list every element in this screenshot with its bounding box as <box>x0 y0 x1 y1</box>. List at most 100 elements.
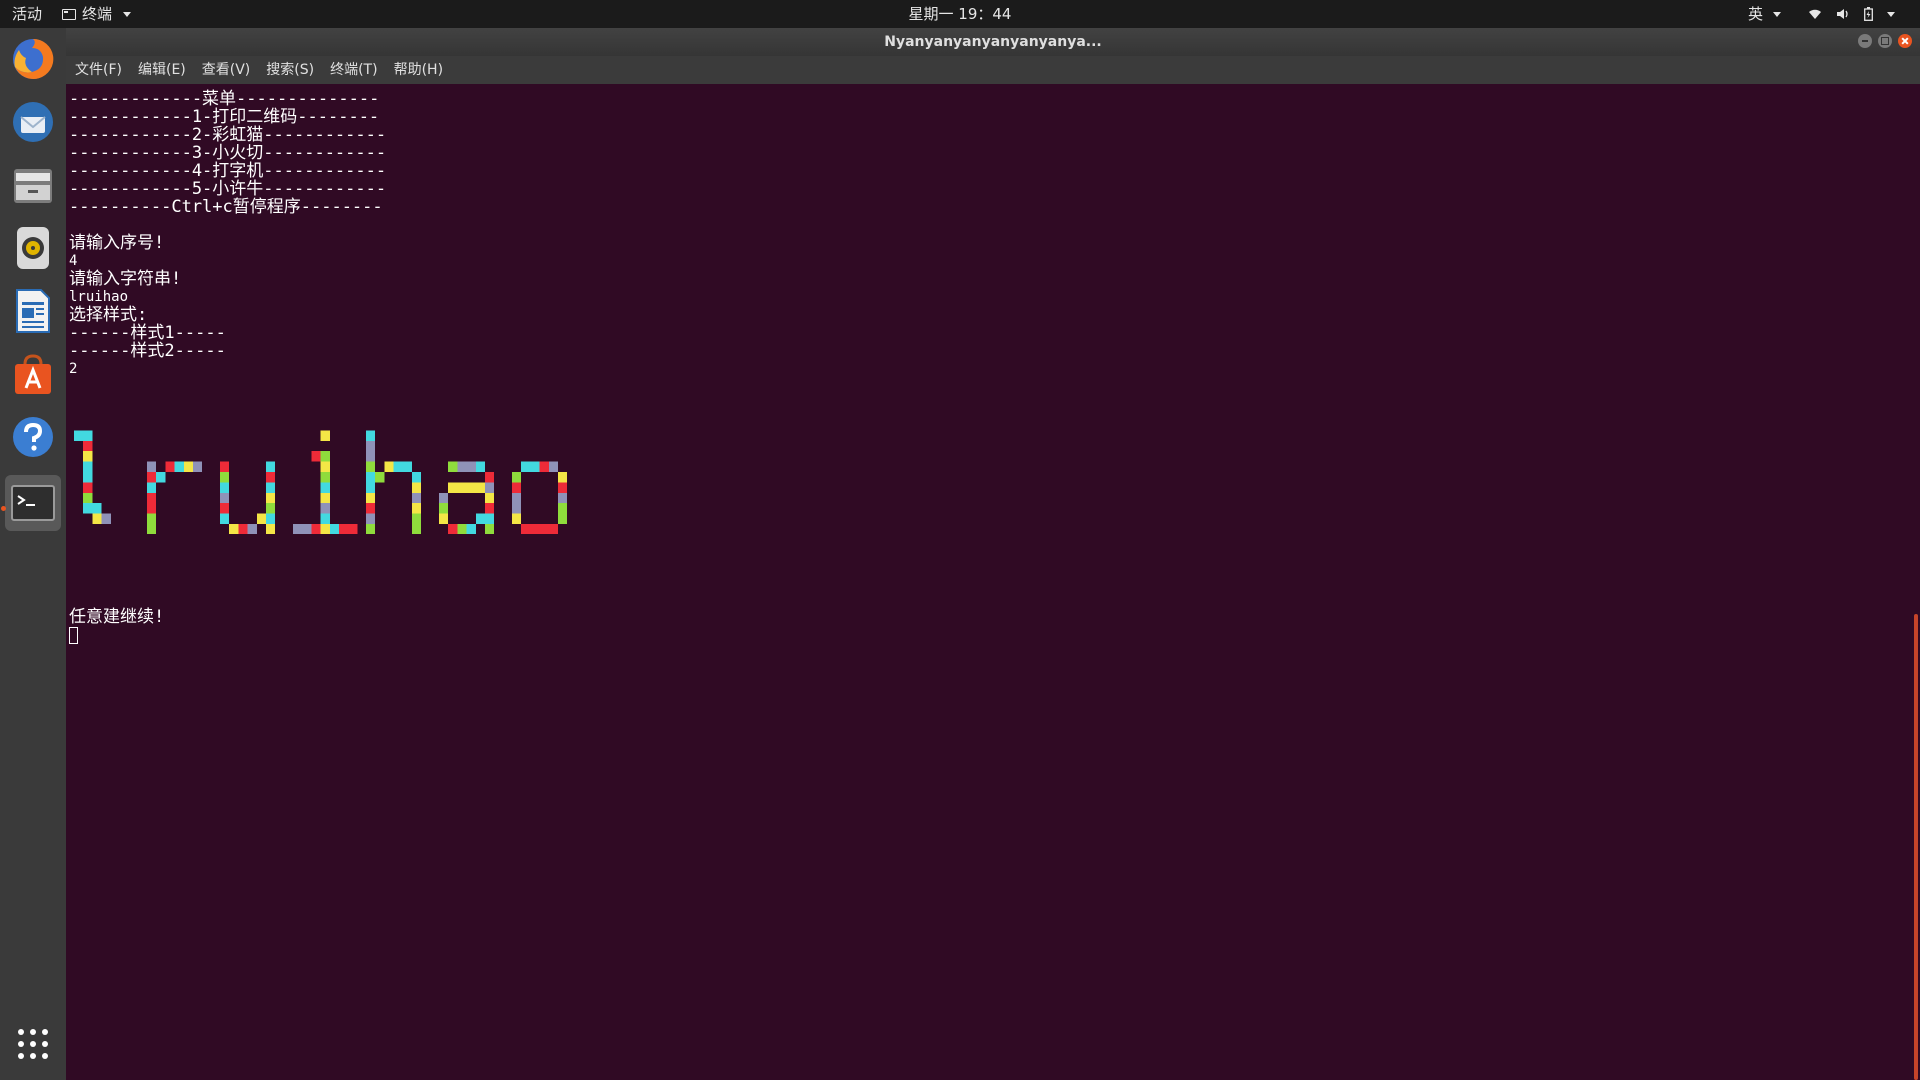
art-letter-l <box>74 430 111 524</box>
menu-option-line: ------------1-打印二维码-------- <box>69 107 380 127</box>
art-pixel <box>448 482 458 493</box>
menu-file[interactable]: 文件(F) <box>73 56 124 84</box>
art-letter-o <box>512 461 568 534</box>
menu-search[interactable]: 搜索(S) <box>264 56 316 84</box>
menu-footer-line: ----------Ctrl+c暂停程序-------- <box>69 197 383 217</box>
app-menu[interactable]: 终端 <box>62 0 132 28</box>
art-pixel <box>266 513 276 524</box>
art-pixel <box>530 524 540 534</box>
art-letter-h <box>366 430 422 534</box>
art-pixel <box>366 492 376 504</box>
art-pixel <box>548 461 558 472</box>
art-letter-u <box>220 461 276 534</box>
volume-icon <box>1837 9 1848 19</box>
art-pixel <box>366 451 376 462</box>
art-pixel <box>311 524 321 534</box>
system-tray[interactable] <box>1808 0 1895 28</box>
art-pixel <box>457 524 467 534</box>
art-pixel <box>485 513 495 524</box>
window-controls <box>1858 34 1912 48</box>
art-pixel <box>512 503 522 514</box>
art-pixel <box>539 524 549 534</box>
minimize-button[interactable] <box>1858 34 1872 48</box>
maximize-button[interactable] <box>1878 34 1892 48</box>
art-pixel <box>247 524 257 534</box>
art-pixel <box>293 524 303 534</box>
input-method-label: 英 <box>1748 5 1764 23</box>
art-pixel <box>320 461 330 472</box>
art-pixel <box>375 472 385 483</box>
art-pixel <box>366 440 376 452</box>
art-pixel <box>320 503 330 514</box>
art-pixel <box>220 503 230 514</box>
art-letter-r <box>147 461 203 534</box>
art-pixel <box>475 461 485 472</box>
clock[interactable]: 星期一 19：44 <box>909 5 1012 23</box>
art-pixel <box>147 524 157 534</box>
art-pixel <box>485 492 495 504</box>
dock-help[interactable] <box>5 409 61 465</box>
input-line: lruihao <box>69 289 129 305</box>
art-pixel <box>83 461 93 472</box>
thunderbird-icon <box>13 102 53 142</box>
art-pixel <box>220 492 230 504</box>
menu-help[interactable]: 帮助(H) <box>392 56 445 84</box>
battery-icon <box>1864 7 1873 21</box>
art-pixel <box>366 461 376 472</box>
files-icon <box>14 169 52 203</box>
terminal-icon <box>11 485 55 521</box>
art-pixel <box>402 461 412 472</box>
dock-writer[interactable] <box>5 283 61 339</box>
art-pixel <box>174 461 184 472</box>
art-pixel <box>156 472 166 483</box>
art-pixel <box>320 513 330 524</box>
art-pixel <box>320 492 330 504</box>
art-pixel <box>558 513 568 524</box>
art-pixel <box>366 472 376 483</box>
rhythmbox-icon <box>17 227 49 269</box>
art-pixel <box>256 513 266 524</box>
menu-edit[interactable]: 编辑(E) <box>136 56 188 84</box>
input-method-menu[interactable]: 英 <box>1748 0 1781 28</box>
dock-files[interactable] <box>5 157 61 213</box>
art-pixel <box>339 524 349 534</box>
terminal-output[interactable]: -------------菜单-------------- ----------… <box>66 84 1920 1080</box>
art-pixel <box>266 492 276 504</box>
art-pixel <box>229 524 239 534</box>
dock-terminal[interactable] <box>5 475 61 531</box>
art-pixel <box>485 524 495 534</box>
art-letter-a <box>439 461 495 534</box>
art-pixel <box>183 461 193 472</box>
dock-thunderbird[interactable] <box>5 94 61 150</box>
art-pixel <box>439 492 449 504</box>
art-pixel <box>311 451 321 462</box>
close-button[interactable] <box>1898 34 1912 48</box>
art-pixel <box>147 472 157 483</box>
activities-button[interactable]: 活动 <box>12 0 42 28</box>
art-pixel <box>220 482 230 493</box>
art-pixel <box>558 503 568 514</box>
art-pixel <box>412 513 422 524</box>
art-pixel <box>366 524 376 534</box>
menu-view[interactable]: 查看(V) <box>200 56 253 84</box>
dock-software-center[interactable] <box>5 346 61 402</box>
art-pixel <box>147 503 157 514</box>
art-pixel <box>147 482 157 493</box>
art-pixel <box>320 451 330 462</box>
show-applications-button[interactable] <box>5 1016 61 1072</box>
scrollbar[interactable] <box>1914 614 1918 1080</box>
art-pixel <box>466 461 476 472</box>
art-pixel <box>393 461 403 472</box>
menu-option-line: ------------3-小火切------------ <box>69 143 387 163</box>
dock-firefox[interactable] <box>5 31 61 87</box>
terminal-window: Nyanyanyanyanyanyanya... 文件(F) 编辑(E) 查看(… <box>66 28 1920 1080</box>
art-pixel <box>329 524 339 534</box>
art-pixel <box>320 430 330 441</box>
art-pixel <box>448 524 458 534</box>
menu-option-line: ------------4-打字机------------ <box>69 161 387 181</box>
menu-terminal[interactable]: 终端(T) <box>328 56 379 84</box>
window-titlebar[interactable]: Nyanyanyanyanyanyanya... <box>66 28 1920 56</box>
art-pixel <box>485 503 495 514</box>
dock-rhythmbox[interactable] <box>5 220 61 276</box>
style-option-line: ------样式2----- <box>69 341 226 361</box>
